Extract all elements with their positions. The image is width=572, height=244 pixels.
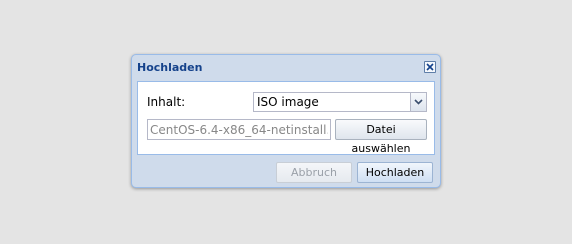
dialog-titlebar[interactable]: Hochladen (132, 55, 440, 81)
dialog-title: Hochladen (137, 61, 203, 74)
desktop-background: { "dialog": { "title": "Hochladen", "con… (0, 0, 572, 244)
chevron-down-icon (414, 99, 423, 105)
upload-dialog: Hochladen Inhalt: ISO image Datei auswäh… (131, 54, 441, 188)
content-type-select[interactable]: ISO image (253, 92, 427, 112)
content-type-value: ISO image (257, 95, 319, 109)
dropdown-trigger[interactable] (410, 93, 426, 111)
choose-file-button[interactable]: Datei auswählen (335, 119, 427, 155)
dialog-body: Inhalt: ISO image Datei auswählen (137, 81, 435, 155)
close-icon (426, 63, 434, 71)
content-label: Inhalt: (147, 95, 186, 109)
file-path-field[interactable] (147, 119, 331, 140)
upload-button[interactable]: Hochladen (357, 162, 433, 183)
cancel-button[interactable]: Abbruch (276, 162, 352, 183)
close-button[interactable] (424, 61, 436, 73)
